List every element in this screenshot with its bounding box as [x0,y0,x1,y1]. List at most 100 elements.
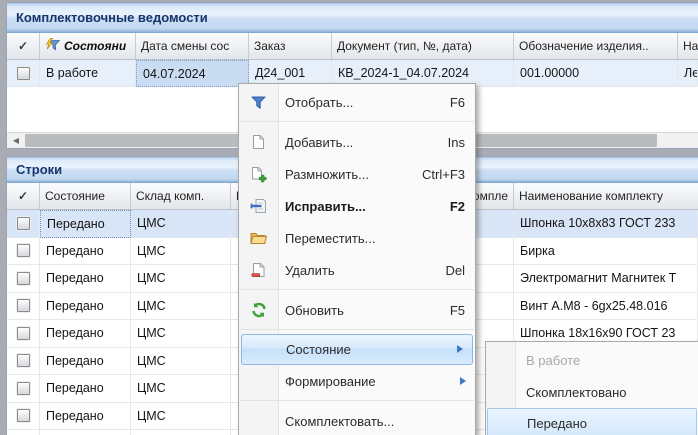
cell-warehouse[interactable]: ЦМС [131,403,231,431]
menu-item-label: Состояние [286,342,351,357]
checkbox[interactable] [17,409,30,422]
column-header-na[interactable]: На [678,33,698,59]
cell-name[interactable]: Электромагнит Магнитек Т [514,265,698,293]
menu-separator [239,286,475,294]
menu-item-label: Исправить... [285,199,366,214]
submenu-item-label: В работе [526,353,580,368]
cell-name[interactable]: Бирка [514,238,698,266]
cell-name[interactable]: Винт А.М8 - 6gx25.48.016 [514,293,698,321]
checkbox[interactable] [17,299,30,312]
submenu-item-in-progress[interactable]: В работе [486,344,698,376]
row-checkbox-cell[interactable] [7,265,40,293]
menu-item-label: Скомплектовать... [285,414,394,429]
cell-warehouse[interactable]: ЦМС [131,320,231,348]
filter-icon [249,93,268,111]
duplicate-plus-icon [249,165,268,183]
menu-item-delete[interactable]: Удалить Del [239,254,475,286]
column-header-state[interactable]: Состояни [40,33,136,59]
cell-state[interactable]: Передано [40,210,131,238]
scroll-left-button[interactable]: ◀ [7,133,25,148]
cell-date-focused[interactable]: 04.07.2024 [136,60,249,87]
checkbox[interactable] [17,244,30,257]
submenu-item-transferred[interactable]: Передано [487,408,697,435]
select-all-header[interactable]: ✓ [7,33,40,59]
menu-item-shortcut: F6 [432,95,465,110]
cell-state[interactable]: Передано [40,348,131,376]
cell-state[interactable]: Передано [40,320,131,348]
checkbox[interactable] [17,272,30,285]
checkbox[interactable] [17,217,30,230]
menu-separator [239,326,475,334]
submenu-item-assembled[interactable]: Скомплектовано [486,376,698,408]
checkbox[interactable] [17,327,30,340]
cell-warehouse[interactable]: ЦМС [131,238,231,266]
menu-item-label: Обновить [285,303,344,318]
row-checkbox-cell[interactable] [7,60,40,87]
menu-separator [239,397,475,405]
row-checkbox-cell[interactable] [7,210,40,238]
menu-item-shortcut: F2 [432,199,465,214]
cell-state[interactable]: Передано [40,265,131,293]
edit-icon [249,197,268,215]
row-checkbox-cell[interactable] [7,320,40,348]
cell-warehouse[interactable]: ЦМС [131,430,231,435]
row-checkbox-cell[interactable] [7,430,40,435]
cell-state[interactable]: Передано [40,238,131,266]
row-checkbox-cell[interactable] [7,238,40,266]
checkbox[interactable] [17,67,30,80]
folder-move-icon [249,229,268,247]
menu-item-complete[interactable]: Скомплектовать... [239,405,475,435]
column-header-warehouse[interactable]: Склад комп. [131,183,231,209]
checkbox[interactable] [17,382,30,395]
cell-warehouse[interactable]: ЦМС [131,348,231,376]
menu-item-shortcut: F5 [432,303,465,318]
column-header-designation[interactable]: Обозначение изделия.. [514,33,678,59]
row-checkbox-cell[interactable] [7,375,40,403]
cell-state[interactable]: В работе [40,60,136,87]
cell-designation[interactable]: 001.00000 [514,60,678,87]
cell-state[interactable]: Передано [40,375,131,403]
delete-document-icon [249,261,268,279]
scroll-left-icon: ◀ [13,136,19,145]
filter-lightning-icon [45,38,60,55]
menu-item-state[interactable]: Состояние [241,334,473,365]
checkbox[interactable] [17,354,30,367]
row-checkbox-cell[interactable] [7,293,40,321]
checkmark-icon: ✓ [18,189,28,203]
menu-item-label: Переместить... [285,231,375,246]
row-checkbox-cell[interactable] [7,403,40,431]
menu-item-move[interactable]: Переместить... [239,222,475,254]
column-header-document[interactable]: Документ (тип, №, дата) [332,33,514,59]
menu-item-label: Формирование [285,374,376,389]
context-menu: Отобрать... F6 Добавить... Ins [238,83,476,435]
row-checkbox-cell[interactable] [7,348,40,376]
refresh-icon [249,301,268,319]
menu-item-filter[interactable]: Отобрать... F6 [239,86,475,118]
menu-item-shortcut: Ctrl+F3 [404,167,465,182]
column-header-state[interactable]: Состояние [40,183,131,209]
app-screen: Комплектовочные ведомости ✓ Состояни Дат… [0,0,698,435]
state-submenu: В работе Скомплектовано Передано [485,341,698,435]
menu-item-formation[interactable]: Формирование [239,365,475,397]
cell-warehouse[interactable]: ЦМС [131,265,231,293]
menu-separator [239,118,475,126]
column-header-name[interactable]: Наименование комплекту [514,183,698,209]
cell-na[interactable]: Ле [678,60,698,87]
menu-item-refresh[interactable]: Обновить F5 [239,294,475,326]
menu-item-add[interactable]: Добавить... Ins [239,126,475,158]
menu-item-shortcut: Del [427,263,465,278]
select-all-header[interactable]: ✓ [7,183,40,209]
column-header-order[interactable]: Заказ [249,33,332,59]
cell-state[interactable]: Передано [40,430,131,435]
cell-state[interactable]: Передано [40,293,131,321]
cell-state[interactable]: Передано [40,403,131,431]
cell-warehouse[interactable]: ЦМС [131,293,231,321]
submenu-arrow-icon [460,377,466,385]
cell-warehouse[interactable]: ЦМС [131,375,231,403]
cell-name[interactable]: Шпонка 10x8x83 ГОСТ 233 [514,210,698,238]
column-header-date[interactable]: Дата смены сос [136,33,249,59]
menu-item-edit[interactable]: Исправить... F2 [239,190,475,222]
menu-item-duplicate[interactable]: Размножить... Ctrl+F3 [239,158,475,190]
panel-title-vedomosti: Комплектовочные ведомости [7,3,698,33]
cell-warehouse[interactable]: ЦМС [131,210,231,238]
